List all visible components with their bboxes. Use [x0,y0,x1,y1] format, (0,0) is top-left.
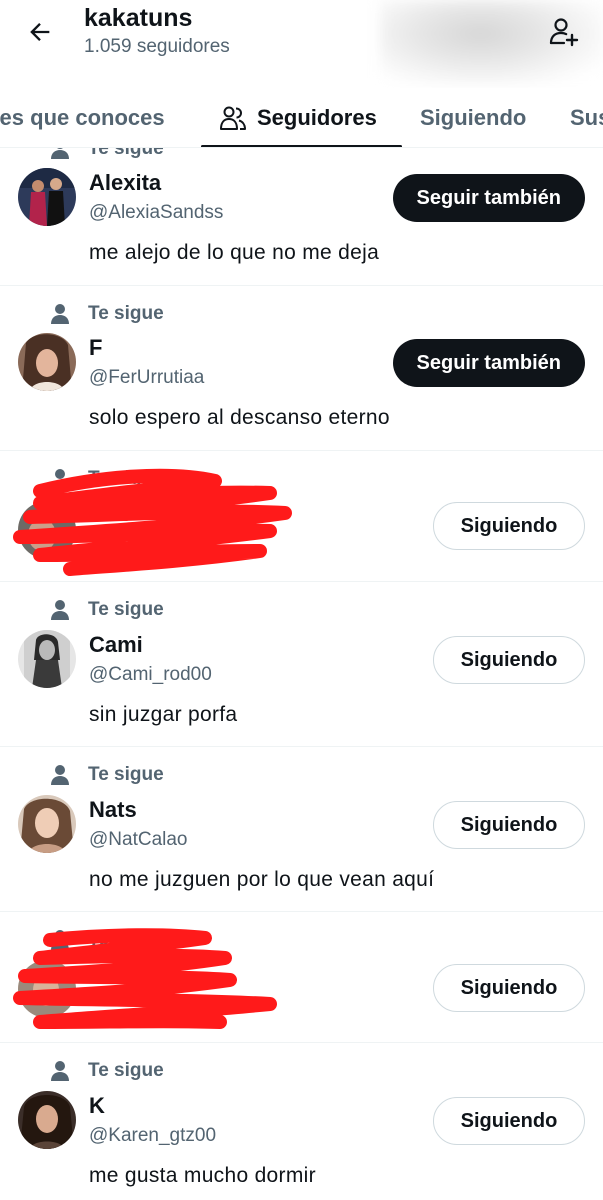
follow-back-button[interactable]: Seguir también [392,339,585,387]
avatar[interactable] [18,168,76,226]
following-button[interactable]: Siguiendo [433,636,585,684]
user-handle[interactable]: @AlexiaSandss [89,202,223,224]
following-button[interactable]: Siguiendo [433,1097,585,1145]
following-button[interactable]: Siguiendo [433,964,585,1012]
list-item[interactable]: Te sigue Nats @NatCalao no me juzguen po… [0,747,603,912]
list-item-redacted[interactable]: Te sigue Siguiendo [0,912,603,1043]
user-bio: sin juzgar porfa [89,703,238,726]
follows-you-indicator: Te sigue [50,929,164,951]
user-name[interactable]: Alexita [89,170,161,196]
user-bio: me alejo de lo que no me deja [89,241,380,264]
person-icon [50,764,70,786]
avatar[interactable] [18,960,76,1018]
list-item[interactable]: Te sigue Alexita @AlexiaSandss me alejo … [0,148,603,286]
user-handle[interactable]: @FerUrrutiaa [89,367,204,389]
follow-back-button[interactable]: Seguir también [392,174,585,222]
avatar[interactable] [18,1091,76,1149]
following-button[interactable]: Siguiendo [433,502,585,550]
list-item[interactable]: Te sigue K @Karen_gtz00 me gusta mucho d… [0,1043,603,1200]
follows-you-label: Te sigue [88,929,164,950]
person-icon [50,303,70,325]
tab-followers[interactable]: Seguidores [219,88,377,147]
follows-you-label: Te sigue [88,468,164,489]
user-name[interactable]: Nats [89,797,137,823]
back-button[interactable] [22,14,58,50]
list-item[interactable]: Te sigue F @FerUrrutiaa solo espero al d… [0,286,603,451]
user-name[interactable]: K [89,1093,105,1119]
followers-count: 1.059 seguidores [84,36,230,57]
profile-name-title: kakatuns [84,4,193,32]
tab-label: res que conoces [0,105,165,130]
tab-followers-you-know[interactable]: res que conoces [0,88,165,147]
user-handle[interactable]: @Cami_rod00 [89,664,212,686]
user-bio: no me juzguen por lo que vean aquí [89,868,435,891]
user-bio: solo espero al descanso eterno [89,406,390,429]
tab-following[interactable]: Siguiendo [420,88,527,147]
avatar[interactable] [18,501,76,559]
tab-bar: res que conoces Seguidores Siguiendo Sus [0,88,603,148]
follows-you-indicator: Te sigue [50,1060,164,1082]
tab-label: Siguiendo [420,105,527,130]
person-plus-icon [549,18,579,47]
following-button[interactable]: Siguiendo [433,801,585,849]
top-app-bar: kakatuns 1.059 seguidores [0,0,603,88]
followers-list: Te sigue Alexita @AlexiaSandss me alejo … [0,148,603,1200]
person-icon [50,599,70,621]
tab-subscriptions[interactable]: Sus [570,88,603,147]
follows-you-indicator: Te sigue [50,468,164,490]
user-name[interactable]: Cami [89,632,143,658]
user-handle[interactable]: @NatCalao [89,829,188,851]
follows-you-indicator: Te sigue [50,764,164,786]
follows-you-indicator: Te sigue [50,599,164,621]
user-bio: me gusta mucho dormir [89,1164,316,1187]
avatar[interactable] [18,333,76,391]
list-item-redacted[interactable]: Te sigue Siguiendo [0,451,603,582]
person-icon [50,148,70,160]
avatar[interactable] [18,795,76,853]
follows-you-indicator: Te sigue [50,148,164,160]
follows-you-label: Te sigue [88,1060,164,1081]
avatar[interactable] [18,630,76,688]
follows-you-label: Te sigue [88,303,164,324]
person-icon [50,929,70,951]
add-user-button[interactable] [544,12,584,52]
people-icon [219,105,247,131]
follows-you-label: Te sigue [88,599,164,620]
tab-label: Sus [570,105,603,130]
list-item[interactable]: Te sigue Cami @Cami_rod00 sin juzgar por… [0,582,603,747]
user-name[interactable]: F [89,335,102,361]
follows-you-label: Te sigue [88,148,164,159]
person-icon [50,468,70,490]
tab-label: Seguidores [257,105,377,130]
user-handle[interactable]: @Karen_gtz00 [89,1125,216,1147]
arrow-left-icon [30,23,50,41]
follows-you-indicator: Te sigue [50,303,164,325]
follows-you-label: Te sigue [88,764,164,785]
person-icon [50,1060,70,1082]
